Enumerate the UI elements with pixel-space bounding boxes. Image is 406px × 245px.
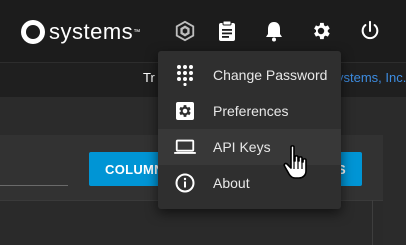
logo-text: systems (49, 19, 134, 44)
ix-logo-mark (21, 20, 45, 44)
menu-item-label: About (213, 175, 250, 191)
info-bar-text: Tr (143, 70, 155, 85)
menu-item-change-password[interactable]: Change Password (158, 57, 341, 93)
truecommand-icon[interactable] (173, 19, 197, 43)
ixsystems-logo[interactable]: systems ™ (21, 16, 140, 48)
bell-icon[interactable] (262, 19, 286, 43)
settings-box-icon (174, 100, 196, 122)
logo-trademark: ™ (133, 28, 141, 36)
settings-menu: Change Password Preferences API Keys Abo… (158, 51, 341, 209)
menu-item-label: Change Password (213, 67, 328, 83)
laptop-icon (174, 136, 196, 158)
power-icon[interactable] (358, 19, 382, 43)
table-divider (372, 200, 373, 245)
menu-item-preferences[interactable]: Preferences (158, 93, 341, 129)
hand-pointer-cursor-icon (281, 144, 315, 182)
search-underline[interactable] (0, 185, 68, 186)
clipboard-icon[interactable] (215, 19, 239, 43)
info-icon (174, 172, 196, 194)
menu-item-label: Preferences (213, 103, 289, 119)
dialpad-icon (174, 64, 196, 86)
menu-item-label: API Keys (213, 139, 271, 155)
gear-icon[interactable] (309, 19, 333, 43)
company-link[interactable]: ystems, Inc. (337, 70, 406, 85)
